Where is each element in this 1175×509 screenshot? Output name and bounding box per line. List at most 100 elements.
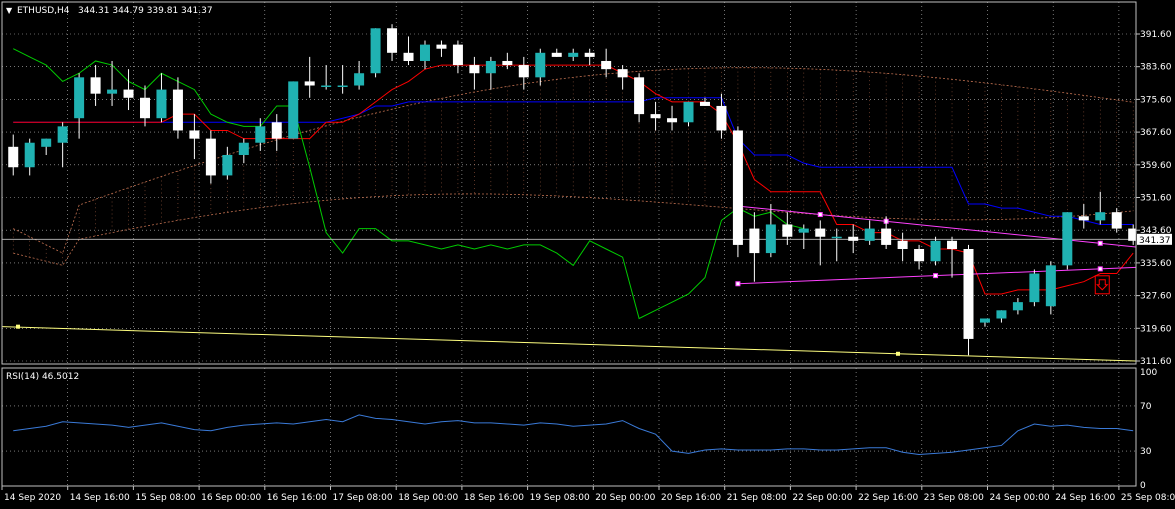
candle-body — [139, 97, 150, 119]
candle-body — [568, 52, 579, 57]
candle-body — [57, 126, 68, 143]
time-label: 21 Sep 08:00 — [727, 493, 787, 503]
time-label: 14 Sep 16:00 — [70, 493, 130, 503]
candle-body — [749, 228, 760, 254]
candle-body — [782, 224, 793, 237]
candle-body — [831, 236, 842, 239]
candle-body — [469, 65, 480, 74]
time-label: 14 Sep 2020 — [4, 493, 61, 503]
candle-body — [897, 240, 908, 250]
candle-body — [271, 122, 282, 139]
candle-body — [90, 77, 101, 94]
rsi-level-label: 70 — [1140, 402, 1152, 412]
candle-body — [848, 236, 859, 241]
candle-body — [1095, 212, 1106, 221]
candle-body — [996, 310, 1007, 319]
candle-body — [354, 73, 365, 86]
candle-body — [370, 28, 381, 74]
candle-body — [1012, 302, 1023, 311]
candle[interactable] — [1062, 212, 1073, 270]
time-label: 19 Sep 08:00 — [530, 493, 590, 503]
rsi-level-label: 30 — [1140, 447, 1152, 457]
current-price-marker: 341.37 — [1137, 233, 1172, 246]
trendline-anchor[interactable] — [1097, 240, 1103, 246]
time-label: 16 Sep 16:00 — [267, 493, 327, 503]
price-label: 335.60 — [1140, 259, 1172, 269]
trading-chart[interactable]: ▼ ETHUSD,H4 344.31 344.79 339.81 341.37 … — [0, 0, 1175, 509]
price-label: 319.60 — [1140, 324, 1172, 334]
trendline-anchor[interactable] — [1097, 266, 1103, 272]
time-label: 22 Sep 00:00 — [792, 493, 852, 503]
time-label: 16 Sep 00:00 — [201, 493, 261, 503]
candle-body — [1045, 265, 1056, 307]
candle-body — [255, 126, 266, 143]
price-label: 359.60 — [1140, 161, 1172, 171]
candle-body — [436, 44, 447, 49]
candle-body — [123, 89, 134, 98]
candle-body — [979, 318, 990, 323]
candle[interactable] — [288, 81, 299, 139]
symbol-label: ETHUSD,H4 — [17, 6, 70, 16]
candle-body — [584, 52, 595, 57]
rsi-indicator-label: RSI(14) 46.5012 — [6, 372, 79, 382]
time-label: 24 Sep 00:00 — [990, 493, 1050, 503]
time-label: 24 Sep 16:00 — [1055, 493, 1115, 503]
time-label: 23 Sep 08:00 — [924, 493, 984, 503]
candle-body — [485, 60, 496, 74]
candle-body — [683, 101, 694, 123]
time-label: 18 Sep 16:00 — [464, 493, 524, 503]
trendline-anchor[interactable] — [817, 212, 823, 218]
time-label: 17 Sep 08:00 — [333, 493, 393, 503]
price-label: 391.60 — [1140, 30, 1172, 40]
candle-body — [222, 154, 233, 176]
candle-body — [864, 228, 875, 241]
candle[interactable] — [732, 126, 743, 258]
candle[interactable] — [963, 244, 974, 356]
candle-body — [452, 44, 463, 66]
rsi-level-label: 100 — [1140, 368, 1157, 378]
candle-body — [189, 130, 200, 139]
candle-body — [74, 77, 85, 119]
candle-body — [1029, 273, 1040, 303]
candle-body — [650, 114, 661, 119]
candle-body — [963, 249, 974, 339]
current-price-label: 341.37 — [1139, 236, 1171, 246]
candle-body — [881, 228, 892, 245]
rsi-level-label: 0 — [1140, 481, 1146, 491]
candle-body — [617, 69, 628, 78]
candle[interactable] — [370, 28, 381, 78]
price-label: 375.60 — [1140, 95, 1172, 105]
trendline-anchor[interactable] — [735, 281, 741, 287]
candle-body — [172, 89, 183, 131]
candle-body — [667, 118, 678, 123]
candle-body — [699, 101, 710, 106]
candle-body — [107, 89, 118, 94]
trendline-anchor[interactable] — [933, 273, 939, 279]
price-label: 311.60 — [1140, 357, 1172, 367]
candle-body — [304, 81, 315, 86]
candle-body — [914, 249, 925, 262]
candle-body — [24, 142, 35, 168]
candle-body — [765, 224, 776, 254]
candle-body — [321, 85, 332, 88]
candle-body — [387, 28, 398, 53]
candle[interactable] — [930, 236, 941, 266]
time-label: 18 Sep 00:00 — [398, 493, 458, 503]
ohlc-readout: 344.31 344.79 339.81 341.37 — [78, 6, 213, 16]
candle-body — [1111, 212, 1122, 229]
time-label: 20 Sep 00:00 — [595, 493, 655, 503]
candle-body — [1078, 216, 1089, 221]
time-label: 25 Sep 08:00 — [1121, 493, 1175, 503]
time-label: 20 Sep 16:00 — [661, 493, 721, 503]
candle-body — [41, 138, 52, 147]
price-label: 327.60 — [1140, 292, 1172, 302]
candle-body — [601, 60, 612, 70]
candle-body — [815, 228, 826, 237]
candle-body — [732, 130, 743, 245]
candle-body — [419, 44, 430, 61]
time-label: 15 Sep 08:00 — [135, 493, 195, 503]
time-label: 22 Sep 16:00 — [858, 493, 918, 503]
collapse-arrow-icon[interactable]: ▼ — [6, 6, 13, 15]
candle[interactable] — [1029, 269, 1040, 307]
candle-body — [205, 138, 216, 176]
